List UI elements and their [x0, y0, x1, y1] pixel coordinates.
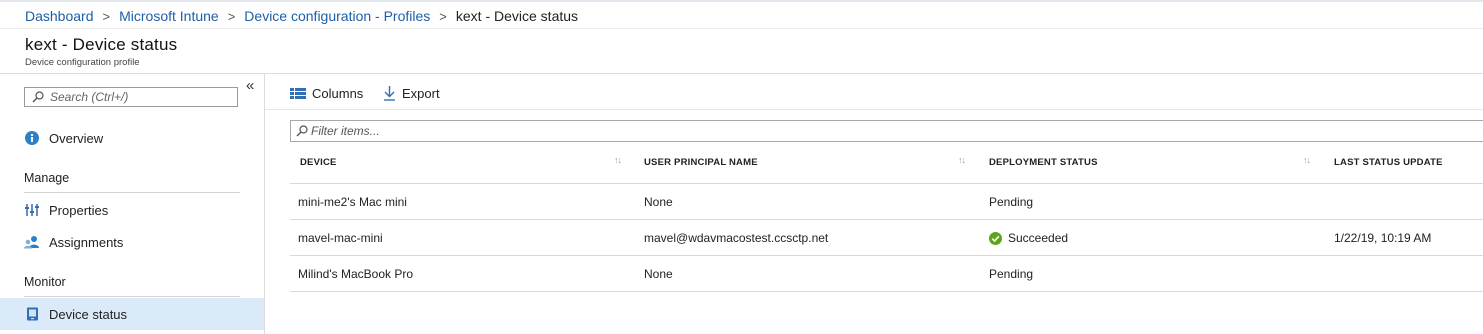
cell-deployment-status: Pending [989, 267, 1034, 281]
section-heading-monitor: Monitor [24, 275, 66, 289]
section-divider [24, 192, 240, 193]
cell-deployment-status: Succeeded [989, 231, 1068, 245]
breadcrumb-separator: > [439, 8, 447, 24]
section-heading-manage: Manage [24, 171, 70, 185]
column-header-last-status-update[interactable]: LAST STATUS UPDATE [1334, 157, 1443, 168]
table-row[interactable]: mini-me2's Mac mini None Pending [290, 184, 1483, 219]
table-row[interactable]: Milind's MacBook Pro None Pending [290, 256, 1483, 291]
page-subtitle: Device configuration profile [25, 57, 140, 68]
sidebar-item-label: Assignments [49, 234, 124, 250]
breadcrumb-separator: > [102, 8, 111, 24]
header-divider [0, 28, 1483, 29]
top-accent-line [0, 0, 1483, 2]
info-icon [24, 130, 40, 146]
breadcrumb-microsoft-intune[interactable]: Microsoft Intune [119, 8, 219, 24]
search-icon [32, 91, 44, 103]
properties-bars-icon [24, 202, 40, 218]
column-header-device[interactable]: DEVICE [300, 157, 337, 168]
cell-device: Milind's MacBook Pro [298, 267, 413, 281]
export-button[interactable]: Export [383, 84, 440, 102]
cell-device: mini-me2's Mac mini [298, 195, 407, 209]
collapse-sidebar-button[interactable]: « [246, 78, 254, 93]
toolbar-divider [265, 109, 1483, 110]
filter-input[interactable] [311, 124, 911, 138]
check-circle-icon [989, 231, 1002, 245]
sidebar-search-input[interactable] [50, 90, 220, 104]
breadcrumb-current: kext - Device status [455, 8, 579, 24]
sort-icon[interactable]: ↑↓ [958, 155, 966, 165]
status-text: Succeeded [1008, 231, 1069, 245]
sidebar-item-device-status[interactable]: Device status [0, 298, 264, 330]
sidebar-item-label: Device status [49, 306, 128, 322]
breadcrumb-device-configuration-profiles[interactable]: Device configuration - Profiles [244, 8, 430, 24]
sidebar-border [264, 74, 265, 334]
export-label: Export [402, 85, 440, 101]
cell-upn: None [644, 267, 673, 281]
device-status-icon [24, 306, 40, 322]
sidebar-item-label: Properties [49, 202, 109, 218]
columns-label: Columns [312, 85, 364, 101]
users-icon [24, 234, 40, 250]
column-header-deployment-status[interactable]: DEPLOYMENT STATUS [989, 157, 1098, 168]
sidebar-item-assignments[interactable]: Assignments [0, 226, 264, 258]
sort-icon[interactable]: ↑↓ [1303, 155, 1311, 165]
table-row[interactable]: mavel-mac-mini mavel@wdavmacostest.ccsct… [290, 220, 1483, 255]
sidebar-item-overview[interactable]: Overview [0, 122, 264, 154]
sort-icon[interactable]: ↑↓ [614, 155, 622, 165]
cell-last-status-update: 1/22/19, 10:19 AM [1334, 231, 1432, 245]
filter-box [290, 120, 1483, 142]
section-divider [24, 296, 240, 297]
sidebar-item-properties[interactable]: Properties [0, 194, 264, 226]
breadcrumb-separator: > [227, 8, 236, 24]
download-icon [384, 86, 395, 101]
cell-deployment-status: Pending [989, 195, 1034, 209]
search-icon [296, 125, 308, 137]
cell-upn: mavel@wdavmacostest.ccsctp.net [644, 231, 829, 245]
sidebar-search-box [24, 87, 238, 107]
breadcrumb-dashboard[interactable]: Dashboard [25, 8, 94, 24]
page-title: kext - Device status [25, 35, 178, 54]
columns-button[interactable]: Columns [290, 84, 363, 102]
sidebar-item-label: Overview [49, 130, 104, 146]
columns-grid-icon [290, 88, 306, 99]
row-divider [290, 291, 1483, 292]
breadcrumb: Dashboard > Microsoft Intune > Device co… [25, 6, 578, 26]
column-header-user-principal-name[interactable]: USER PRINCIPAL NAME [644, 157, 758, 168]
cell-device: mavel-mac-mini [298, 231, 383, 245]
cell-upn: None [644, 195, 673, 209]
